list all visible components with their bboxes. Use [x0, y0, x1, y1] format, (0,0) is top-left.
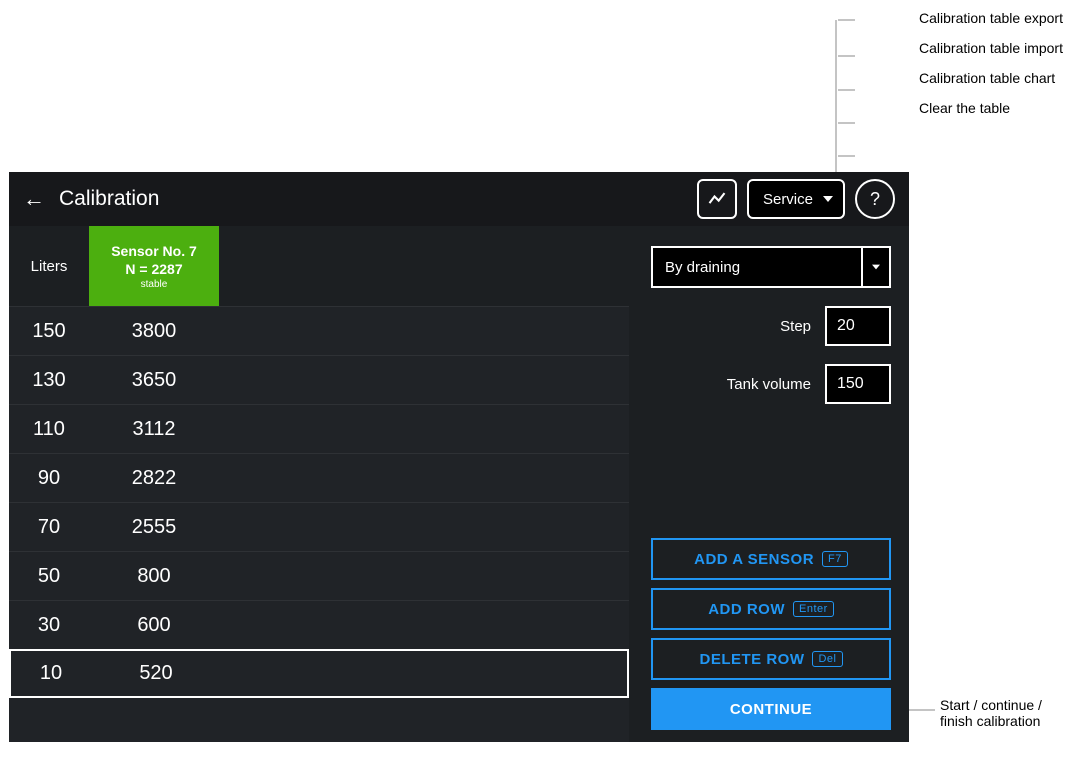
back-arrow-icon[interactable]: ←: [23, 186, 45, 212]
annotation-export: Calibration table export: [919, 10, 1063, 26]
continue-button[interactable]: CONTINUE: [651, 688, 891, 730]
cell-liters: 130: [9, 356, 89, 404]
chart-icon: [707, 189, 727, 209]
table-row[interactable]: 1303650: [9, 355, 629, 404]
question-icon: ?: [870, 189, 880, 210]
table-row[interactable]: 902822: [9, 453, 629, 502]
page-title: Calibration: [59, 187, 687, 211]
delete-row-label: DELETE ROW: [699, 651, 804, 668]
mode-select-toggle[interactable]: [861, 246, 891, 288]
table-row[interactable]: 1503800: [9, 306, 629, 355]
cell-value: 3112: [89, 405, 219, 453]
chevron-down-icon: [872, 263, 880, 271]
add-sensor-label: ADD A SENSOR: [694, 551, 814, 568]
sensor-n-value: N = 2287: [125, 261, 182, 277]
column-header-liters: Liters: [9, 226, 89, 306]
calibration-table: Liters Sensor No. 7 N = 2287 stable 1503…: [9, 226, 629, 742]
chevron-down-icon: [823, 194, 833, 204]
add-sensor-key-hint: F7: [822, 551, 848, 567]
annotation-chart: Calibration table chart: [919, 70, 1063, 86]
cell-liters: 50: [9, 552, 89, 600]
add-sensor-button[interactable]: ADD A SENSOR F7: [651, 538, 891, 580]
mode-select-value[interactable]: By draining: [651, 246, 861, 288]
add-row-key-hint: Enter: [793, 601, 834, 617]
cell-liters: 30: [9, 601, 89, 649]
calibration-window: ← Calibration Service ? Liters Sensor No…: [9, 172, 909, 742]
step-label: Step: [780, 318, 811, 335]
table-row[interactable]: 702555: [9, 502, 629, 551]
annotation-import: Calibration table import: [919, 40, 1063, 56]
column-header-sensor[interactable]: Sensor No. 7 N = 2287 stable: [89, 226, 219, 306]
help-button[interactable]: ?: [855, 179, 895, 219]
add-row-label: ADD ROW: [708, 601, 785, 618]
step-input[interactable]: [825, 306, 891, 346]
cell-liters: 70: [9, 503, 89, 551]
cell-value: 800: [89, 552, 219, 600]
table-row[interactable]: 10520: [9, 649, 629, 698]
service-label: Service: [763, 191, 813, 208]
cell-value: 3650: [89, 356, 219, 404]
cell-value: 2822: [89, 454, 219, 502]
table-row[interactable]: 30600: [9, 600, 629, 649]
tank-volume-label: Tank volume: [727, 376, 811, 393]
sensor-name: Sensor No. 7: [111, 243, 197, 259]
chart-button[interactable]: [697, 179, 737, 219]
mode-select[interactable]: By draining: [651, 246, 891, 288]
cell-value: 520: [91, 651, 221, 696]
tank-volume-input[interactable]: [825, 364, 891, 404]
continue-label: CONTINUE: [730, 701, 812, 718]
cell-liters: 150: [9, 307, 89, 355]
table-header-row: Liters Sensor No. 7 N = 2287 stable: [9, 226, 629, 306]
annotation-continue: Start / continue / finish calibration: [940, 697, 1078, 729]
cell-liters: 10: [11, 651, 91, 696]
annotation-clear: Clear the table: [919, 100, 1063, 116]
delete-row-key-hint: Del: [812, 651, 842, 667]
cell-value: 3800: [89, 307, 219, 355]
table-row[interactable]: 50800: [9, 551, 629, 600]
settings-panel: By draining Step Tank volume ADD A SENSO…: [629, 226, 909, 742]
cell-liters: 90: [9, 454, 89, 502]
titlebar: ← Calibration Service ?: [9, 172, 909, 226]
add-row-button[interactable]: ADD ROW Enter: [651, 588, 891, 630]
sensor-status: stable: [141, 279, 168, 290]
table-row[interactable]: 1103112: [9, 404, 629, 453]
service-dropdown[interactable]: Service: [747, 179, 845, 219]
delete-row-button[interactable]: DELETE ROW Del: [651, 638, 891, 680]
cell-value: 600: [89, 601, 219, 649]
cell-liters: 110: [9, 405, 89, 453]
cell-value: 2555: [89, 503, 219, 551]
